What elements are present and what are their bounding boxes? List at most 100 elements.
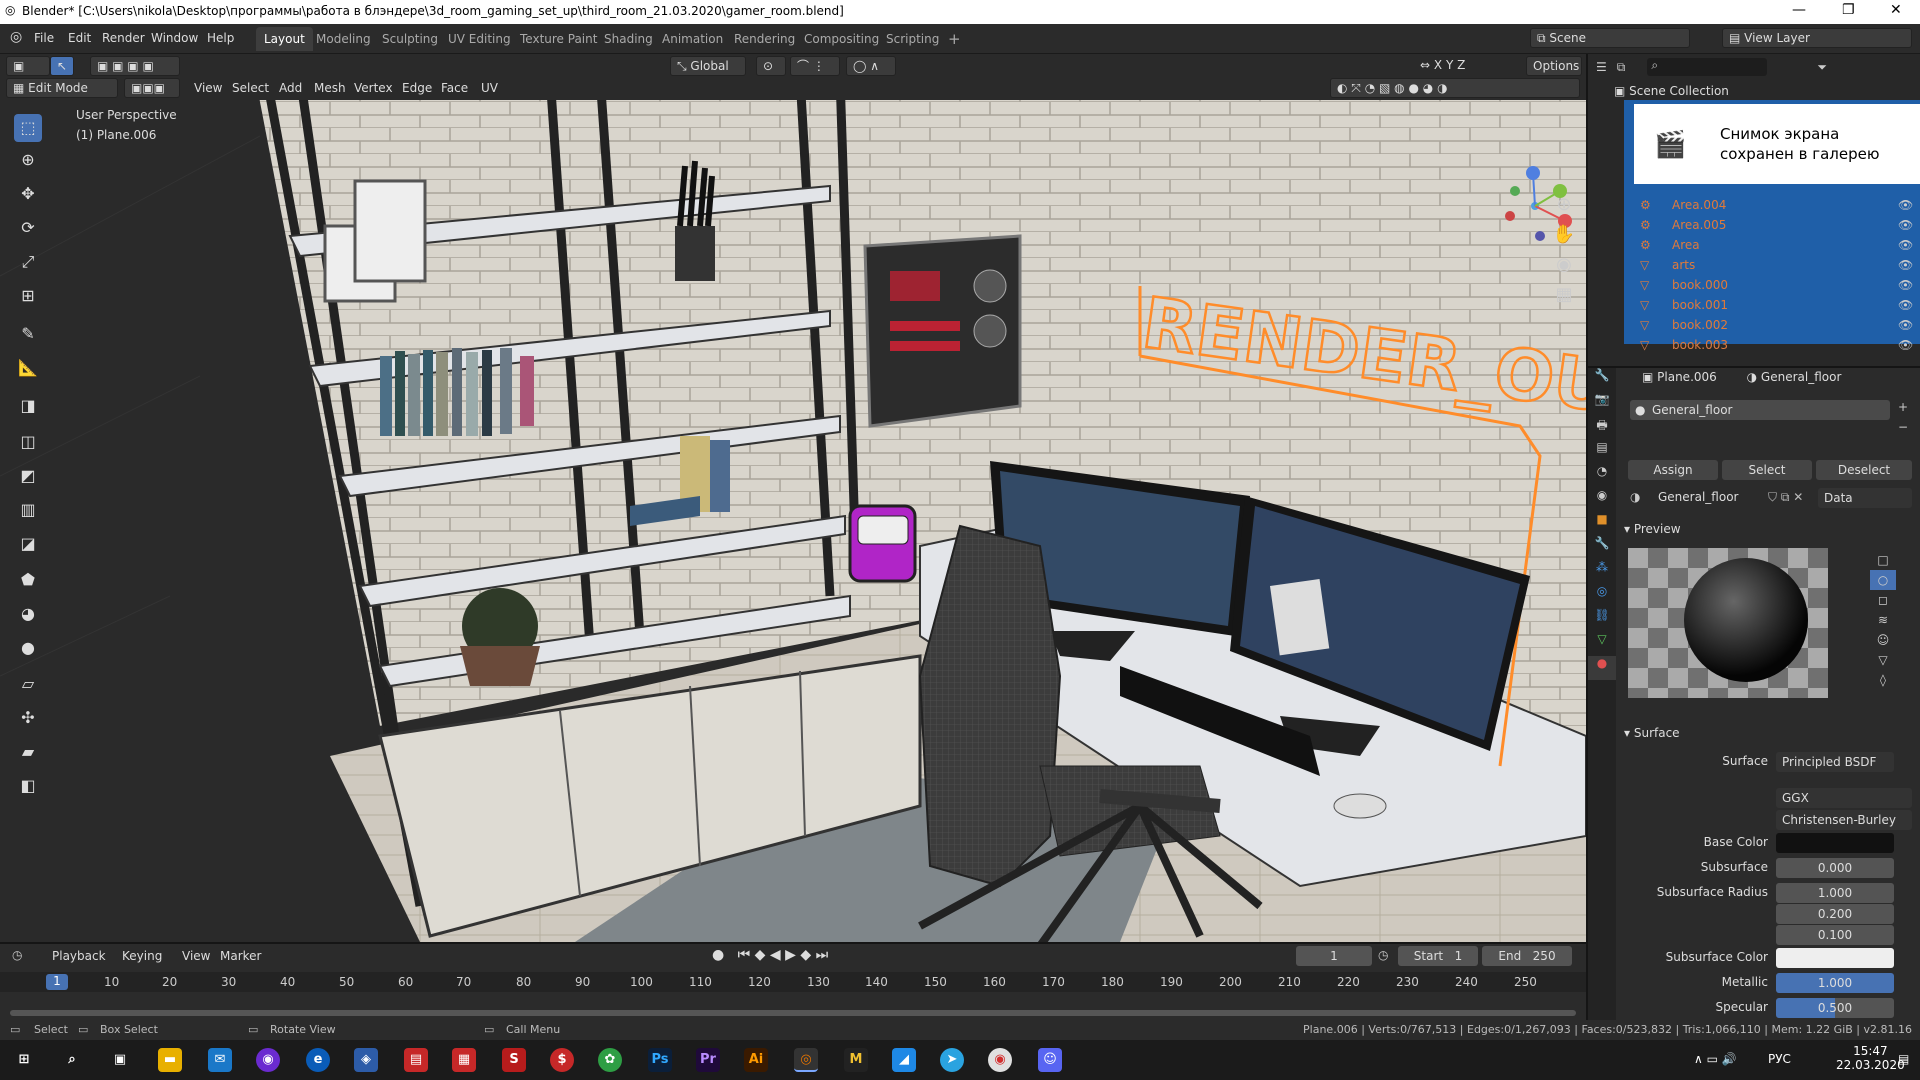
scene-selector[interactable]: ⧉ Scene: [1530, 28, 1690, 48]
media-app-icon[interactable]: ◉: [256, 1048, 280, 1072]
output-tab-icon[interactable]: 🖶: [1588, 416, 1616, 440]
spin-icon[interactable]: ◕: [14, 600, 42, 628]
photoshop-icon[interactable]: Ps: [648, 1048, 672, 1072]
pivot-icon[interactable]: ⊙: [756, 56, 786, 76]
preview-hair-icon[interactable]: ≋: [1870, 610, 1896, 630]
scene-tab-icon[interactable]: ◔: [1588, 464, 1616, 488]
app-s-icon[interactable]: S: [502, 1048, 526, 1072]
menu-window[interactable]: Window: [151, 31, 198, 45]
axis-z-toggle[interactable]: Z: [1457, 58, 1465, 72]
menu-face[interactable]: Face: [441, 81, 468, 95]
slot-add-icon[interactable]: +: [1898, 400, 1908, 414]
menu-timeline-view[interactable]: View: [182, 949, 210, 963]
telegram-icon[interactable]: ➤: [940, 1048, 964, 1072]
prev-key-icon[interactable]: ◆: [755, 947, 766, 963]
chrome-icon[interactable]: ◉: [988, 1048, 1012, 1072]
browse-material-icon[interactable]: ◑: [1630, 490, 1640, 504]
editor-type-button[interactable]: ▣: [6, 56, 50, 76]
outliner-type-icon[interactable]: ☰: [1596, 60, 1607, 74]
menu-view[interactable]: View: [194, 81, 222, 95]
mode-select[interactable]: ▦ Edit Mode: [6, 78, 118, 98]
preview-section[interactable]: ▾ Preview: [1624, 522, 1681, 536]
outliner-item[interactable]: ⚙ Area.005 👁: [1588, 218, 1920, 238]
preview-fluid-icon[interactable]: ◊: [1870, 670, 1896, 690]
extrude-icon[interactable]: ◨: [14, 392, 42, 420]
material-tab-icon[interactable]: ●: [1588, 656, 1616, 680]
tab-modeling[interactable]: Modeling: [308, 27, 379, 51]
winrar-icon[interactable]: ▤: [404, 1048, 428, 1072]
menu-select[interactable]: Select: [232, 81, 269, 95]
options-dropdown[interactable]: Options: [1526, 56, 1582, 76]
data-tab-icon[interactable]: ▽: [1588, 632, 1616, 656]
edge-slide-icon[interactable]: ▱: [14, 670, 42, 698]
menu-help[interactable]: Help: [207, 31, 234, 45]
object-tab-icon[interactable]: ■: [1588, 512, 1616, 536]
select-tweak-icon[interactable]: ↖: [50, 56, 74, 76]
blender-menu-icon[interactable]: ◎: [10, 29, 22, 45]
tab-shading[interactable]: Shading: [596, 27, 661, 51]
outliner-item[interactable]: ▽ book.003 👁: [1588, 338, 1920, 358]
notifications-icon[interactable]: ▤: [1898, 1052, 1909, 1066]
task-view-icon[interactable]: ▣: [108, 1048, 132, 1072]
jump-end-icon[interactable]: ⏭: [816, 947, 829, 963]
shear-icon[interactable]: ▰: [14, 738, 42, 766]
tab-rendering[interactable]: Rendering: [726, 27, 803, 51]
start-icon[interactable]: ⊞: [12, 1048, 36, 1072]
discord-icon[interactable]: ☺: [1038, 1048, 1062, 1072]
clock[interactable]: 15:47 22.03.2020: [1836, 1044, 1905, 1072]
menu-add[interactable]: Add: [279, 81, 302, 95]
annotate-icon[interactable]: ✎: [14, 320, 42, 348]
preview-sphere-icon[interactable]: ○: [1870, 570, 1896, 590]
start-frame-field[interactable]: Start 1: [1398, 946, 1478, 966]
language-indicator[interactable]: РУС: [1768, 1052, 1791, 1066]
eye-icon[interactable]: 👁: [1898, 278, 1913, 292]
snap-icon[interactable]: ⌒ ⋮: [790, 56, 840, 76]
premiere-icon[interactable]: Pr: [696, 1048, 720, 1072]
eye-icon[interactable]: 👁: [1898, 238, 1913, 252]
loop-cut-icon[interactable]: ▥: [14, 496, 42, 524]
fake-user-icon[interactable]: ⛉ ⧉ ✕: [1768, 490, 1803, 505]
modifier-tab-icon[interactable]: 🔧: [1588, 536, 1616, 560]
preview-flat-icon[interactable]: □: [1870, 550, 1896, 570]
edge-icon[interactable]: e: [306, 1048, 330, 1072]
eye-icon[interactable]: 👁: [1898, 298, 1913, 312]
link-select[interactable]: Data: [1818, 488, 1912, 508]
menu-mesh[interactable]: Mesh: [314, 81, 346, 95]
preview-shapes[interactable]: □ ○ ◻ ≋ ☺ ▽ ◊: [1870, 550, 1896, 700]
menu-edit[interactable]: Edit: [68, 31, 91, 45]
mail-icon[interactable]: ✉: [208, 1048, 232, 1072]
bevel-icon[interactable]: ◩: [14, 462, 42, 490]
play-reverse-icon[interactable]: ◀: [770, 947, 781, 963]
orientation-select[interactable]: ⤡ Global: [670, 56, 746, 76]
menu-playback[interactable]: Playback: [52, 949, 106, 963]
menu-file[interactable]: File: [34, 31, 54, 45]
physics-tab-icon[interactable]: ◎: [1588, 584, 1616, 608]
preview-monkey-icon[interactable]: ☺: [1870, 630, 1896, 650]
slot-remove-icon[interactable]: −: [1898, 420, 1908, 434]
material-datablock[interactable]: ◑ General_floor ⛉ ⧉ ✕: [1628, 488, 1808, 508]
tab-uv-editing[interactable]: UV Editing: [440, 27, 519, 51]
current-frame-field[interactable]: 1: [1296, 946, 1372, 966]
eye-icon[interactable]: 👁: [1898, 318, 1913, 332]
playback-controls[interactable]: ● ⏮ ◆ ◀ ▶ ◆ ⏭: [712, 947, 828, 963]
surface-section[interactable]: ▾ Surface: [1624, 726, 1680, 740]
outliner-item[interactable]: ⚙ Area.004 👁: [1588, 198, 1920, 218]
close-button[interactable]: ✕: [1890, 2, 1902, 18]
eye-icon[interactable]: 👁: [1898, 338, 1913, 352]
menu-vertex[interactable]: Vertex: [354, 81, 393, 95]
grid-icon[interactable]: ▦: [1546, 284, 1582, 314]
subsurface-radius-x[interactable]: 1.000: [1776, 883, 1894, 903]
outliner-item[interactable]: ▽ arts 👁: [1588, 258, 1920, 278]
minimize-button[interactable]: —: [1792, 2, 1806, 18]
tray-icons[interactable]: ∧ ▭ 🔊: [1694, 1052, 1737, 1066]
subsurface-method-select[interactable]: Christensen-Burley: [1776, 810, 1912, 830]
world-tab-icon[interactable]: ◉: [1588, 488, 1616, 512]
menu-edge[interactable]: Edge: [402, 81, 432, 95]
assign-button[interactable]: Assign: [1628, 460, 1718, 480]
select-button[interactable]: Select: [1722, 460, 1812, 480]
tab-compositing[interactable]: Compositing: [796, 27, 887, 51]
display-mode-icon[interactable]: ⧉: [1617, 60, 1626, 75]
shrink-fatten-icon[interactable]: ✣: [14, 704, 42, 732]
mirror-axes[interactable]: ⇔ X Y Z: [1420, 58, 1465, 72]
illustrator-icon[interactable]: Ai: [744, 1048, 768, 1072]
